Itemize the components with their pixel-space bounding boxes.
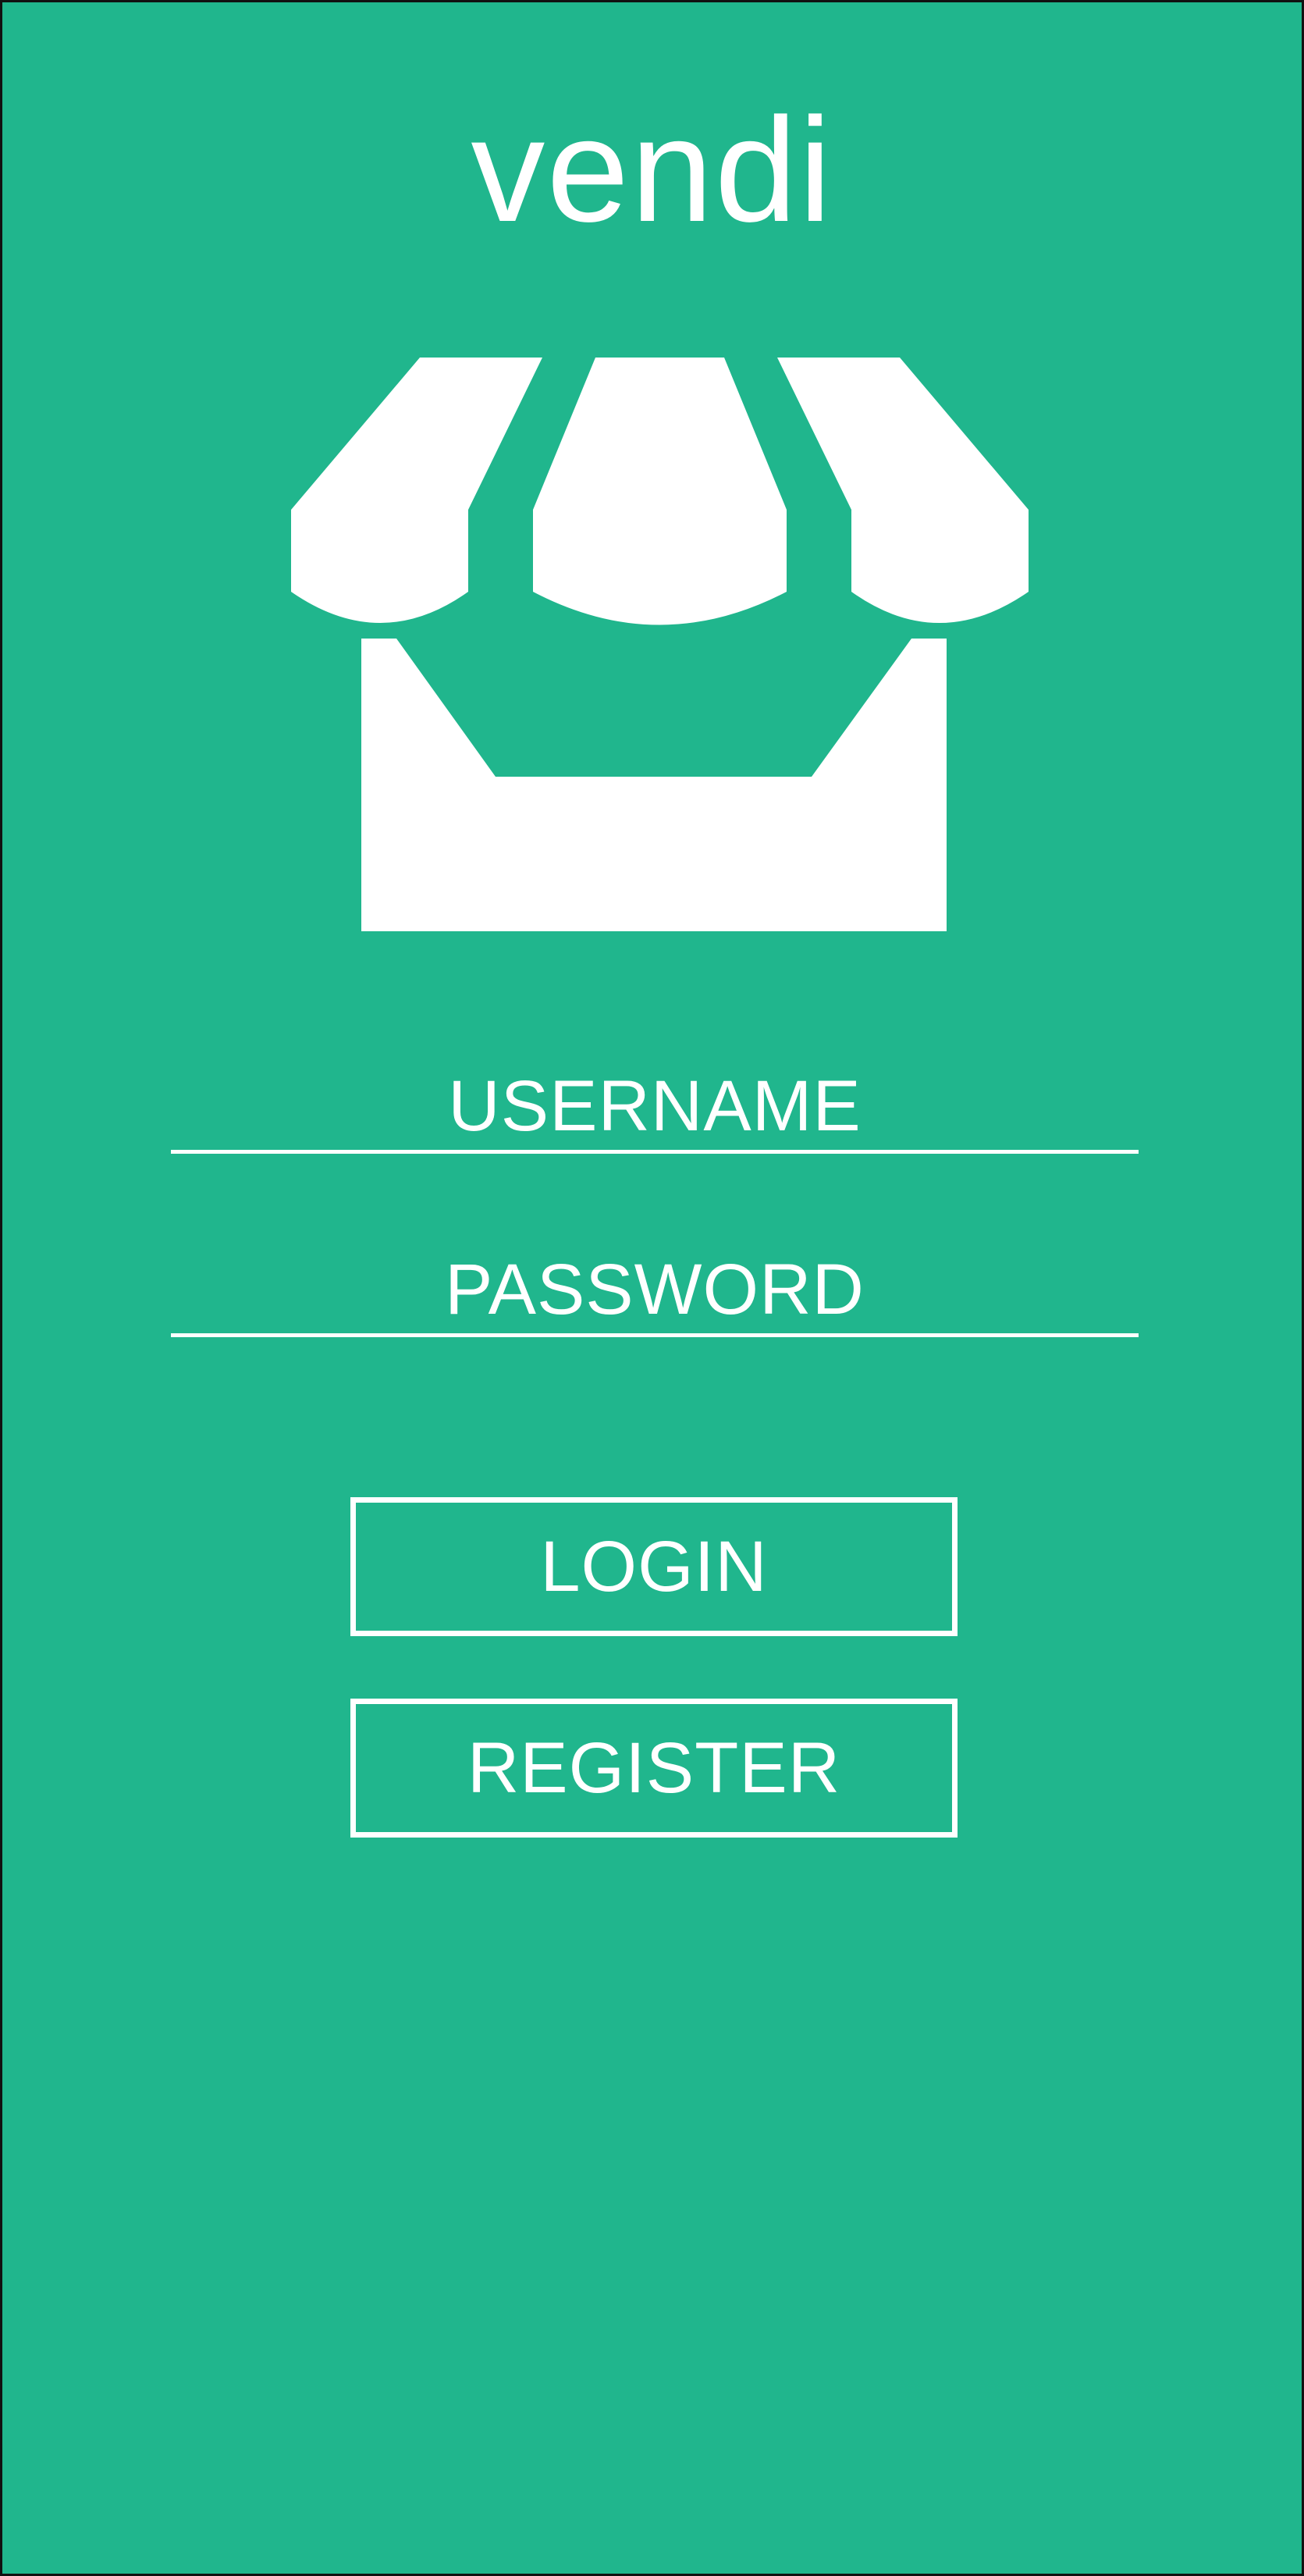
password-field[interactable] bbox=[171, 1251, 1139, 1337]
login-button[interactable]: LOGIN bbox=[350, 1497, 958, 1636]
username-field[interactable] bbox=[171, 1068, 1139, 1154]
awning-right-segment bbox=[777, 358, 1029, 623]
username-input[interactable] bbox=[171, 1068, 1139, 1150]
password-input[interactable] bbox=[171, 1251, 1139, 1333]
storefront-logo-icon bbox=[291, 358, 1029, 931]
awning-left-segment bbox=[291, 358, 542, 623]
register-button-label: REGISTER bbox=[467, 1727, 841, 1808]
awning-middle-segment bbox=[533, 358, 787, 625]
store-base bbox=[361, 639, 947, 931]
login-button-label: LOGIN bbox=[540, 1526, 768, 1606]
app-title: vendi bbox=[471, 87, 833, 253]
register-button[interactable]: REGISTER bbox=[350, 1699, 958, 1838]
login-screen: vendi LOGIN REGISTER bbox=[0, 0, 1304, 2576]
